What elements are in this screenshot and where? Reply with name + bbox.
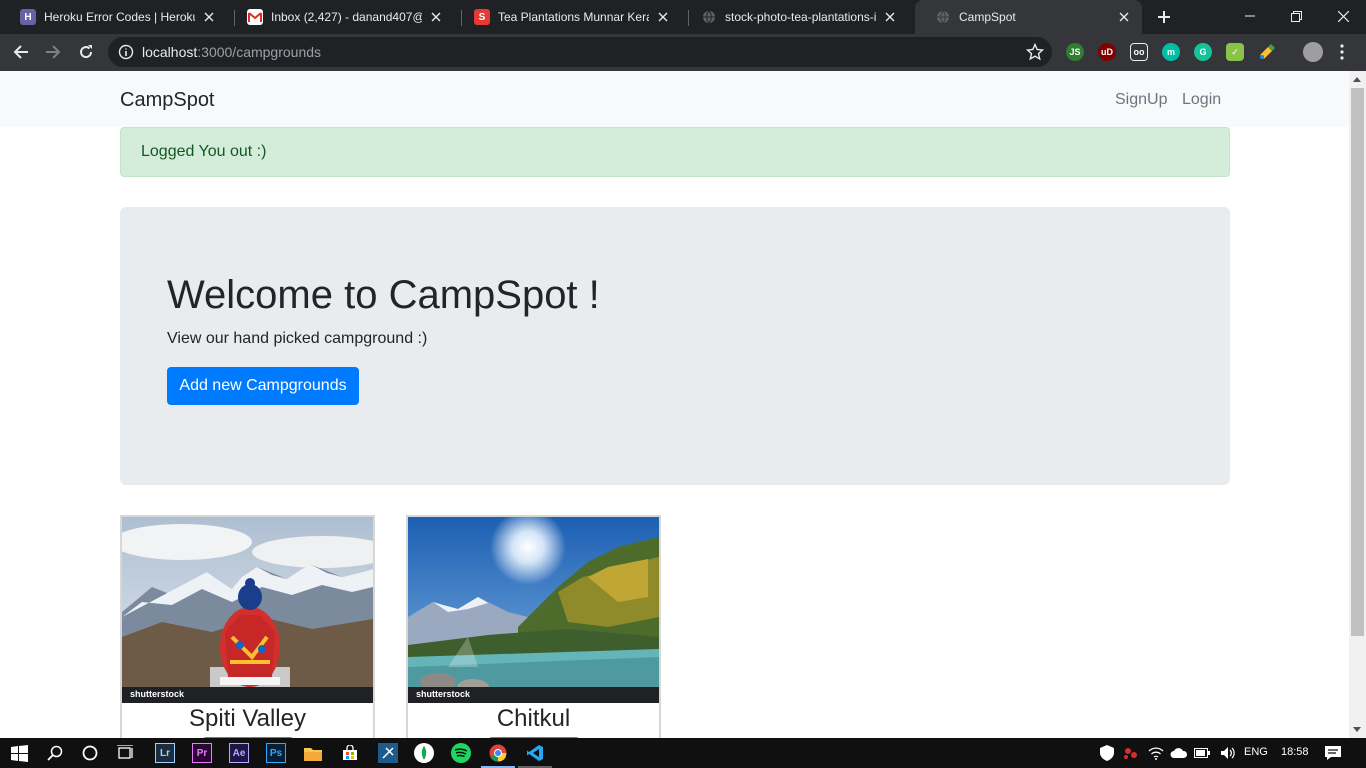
shutterstock-favicon-icon: S (474, 9, 490, 25)
globe-icon (701, 9, 717, 25)
back-button[interactable] (7, 38, 35, 66)
alert-message: Logged You out :) (141, 143, 267, 160)
campground-name: Chitkul (496, 705, 571, 732)
page-scrollbar[interactable] (1349, 71, 1366, 738)
browser-tab[interactable]: stock-photo-tea-plantations-in (681, 0, 908, 34)
nodejs-icon[interactable]: JS (1066, 43, 1084, 61)
clock[interactable]: 18:58 (1281, 746, 1309, 758)
image-watermark-bar: shutterstock (408, 687, 659, 703)
volume-icon[interactable] (1218, 743, 1238, 763)
search-icon[interactable] (45, 743, 65, 763)
gmail-favicon-icon (247, 9, 263, 25)
tab-title: Tea Plantations Munnar Kerala (498, 10, 649, 24)
language-indicator[interactable]: ENG (1244, 746, 1268, 758)
premiere-icon[interactable]: Pr (192, 743, 212, 763)
signup-link[interactable]: SignUp (1115, 91, 1167, 109)
info-icon[interactable] (118, 44, 134, 60)
paint-extension-icon[interactable] (1258, 43, 1276, 61)
site-brand[interactable]: CampSpot (120, 89, 215, 112)
flash-success-alert: Logged You out :) (120, 127, 1230, 177)
vscode-icon[interactable] (525, 743, 545, 763)
browser-tab-active[interactable]: CampSpot (915, 0, 1142, 34)
windows-start-icon[interactable] (9, 743, 29, 763)
heroku-favicon-icon: H (20, 9, 36, 25)
minimize-window-button[interactable] (1227, 0, 1273, 32)
grammarly-icon[interactable]: G (1194, 43, 1212, 61)
url-path: :3000/campgrounds (197, 44, 322, 60)
page-viewport: CampSpot SignUp Login Logged You out :) … (0, 71, 1349, 738)
tab-title: Inbox (2,427) - danand407@gr (271, 10, 422, 24)
close-tab-icon[interactable] (655, 9, 671, 25)
campground-card[interactable]: shutterstock Chitkul (406, 515, 661, 738)
file-explorer-icon[interactable] (303, 743, 323, 763)
wifi-icon[interactable] (1146, 743, 1166, 763)
reload-button[interactable] (72, 38, 100, 66)
close-tab-icon[interactable] (201, 9, 217, 25)
browser-toolbar: localhost:3000/campgrounds JS uD oo m G … (0, 34, 1366, 71)
watermark-text: shutterstock (416, 689, 471, 699)
action-center-icon[interactable] (1323, 743, 1343, 763)
browser-tab[interactable]: H Heroku Error Codes | Heroku D (0, 0, 227, 34)
welcome-lead: View our hand picked campground :) (167, 330, 428, 347)
add-campground-button[interactable]: Add new Campgrounds (167, 367, 359, 405)
image-watermark-bar: shutterstock (122, 687, 373, 703)
campground-card[interactable]: shutterstock Spiti Valley (120, 515, 375, 738)
battery-icon[interactable] (1192, 743, 1212, 763)
store-icon[interactable] (340, 743, 360, 763)
tray-bug-icon[interactable] (1121, 743, 1141, 763)
ublock-icon[interactable]: uD (1098, 43, 1116, 61)
spotify-icon[interactable] (451, 743, 471, 763)
lightroom-icon[interactable]: Lr (155, 743, 175, 763)
url-text: localhost:3000/campgrounds (142, 44, 321, 60)
close-tab-icon[interactable] (428, 9, 444, 25)
task-view-icon[interactable] (116, 743, 136, 763)
tab-title: CampSpot (959, 10, 1016, 24)
windows-taskbar: Lr Pr Ae Ps ENG 18:58 (0, 738, 1366, 768)
tab-title: Heroku Error Codes | Heroku D (44, 10, 195, 24)
scroll-down-arrow-icon[interactable] (1353, 727, 1361, 732)
new-tab-button[interactable] (1152, 5, 1176, 29)
photoshop-icon[interactable]: Ps (266, 743, 286, 763)
address-bar[interactable]: localhost:3000/campgrounds (108, 37, 1052, 67)
glasses-icon[interactable]: oo (1130, 43, 1148, 61)
browser-tab-strip: H Heroku Error Codes | Heroku D Inbox (2… (0, 0, 1366, 34)
close-tab-icon[interactable] (1116, 9, 1132, 25)
cortana-icon[interactable] (80, 743, 100, 763)
bookmark-star-icon[interactable] (1025, 42, 1045, 61)
close-tab-icon[interactable] (882, 9, 898, 25)
close-window-button[interactable] (1320, 0, 1366, 32)
tray-shield-icon[interactable] (1097, 743, 1117, 763)
login-link[interactable]: Login (1182, 91, 1221, 109)
workbench-icon[interactable] (378, 743, 398, 763)
site-navbar: CampSpot SignUp Login (0, 71, 1349, 127)
campground-image[interactable]: shutterstock (408, 517, 659, 703)
globe-icon (935, 9, 951, 25)
profile-avatar-icon[interactable] (1303, 42, 1323, 62)
campground-name: Spiti Valley (189, 705, 306, 732)
onedrive-icon[interactable] (1169, 743, 1189, 763)
welcome-heading: Welcome to CampSpot ! (167, 273, 600, 317)
welcome-jumbotron: Welcome to CampSpot ! View our hand pick… (120, 207, 1230, 485)
mongodb-compass-icon[interactable] (414, 743, 434, 763)
url-host: localhost (142, 44, 198, 60)
browser-tab[interactable]: S Tea Plantations Munnar Kerala (454, 0, 681, 34)
scrollbar-thumb[interactable] (1351, 88, 1364, 636)
forward-button[interactable] (39, 38, 67, 66)
mail-extension-icon[interactable]: ✓ (1226, 43, 1244, 61)
browser-tab[interactable]: Inbox (2,427) - danand407@gr (227, 0, 454, 34)
chrome-icon[interactable] (488, 743, 508, 763)
watermark-text: shutterstock (130, 689, 185, 699)
restore-window-button[interactable] (1273, 0, 1319, 32)
tab-title: stock-photo-tea-plantations-in (725, 10, 876, 24)
menu-kebab-icon[interactable] (1333, 43, 1351, 61)
after-effects-icon[interactable]: Ae (229, 743, 249, 763)
campground-image[interactable]: shutterstock (122, 517, 373, 703)
scroll-up-arrow-icon[interactable] (1353, 77, 1361, 82)
m-extension-icon[interactable]: m (1162, 43, 1180, 61)
